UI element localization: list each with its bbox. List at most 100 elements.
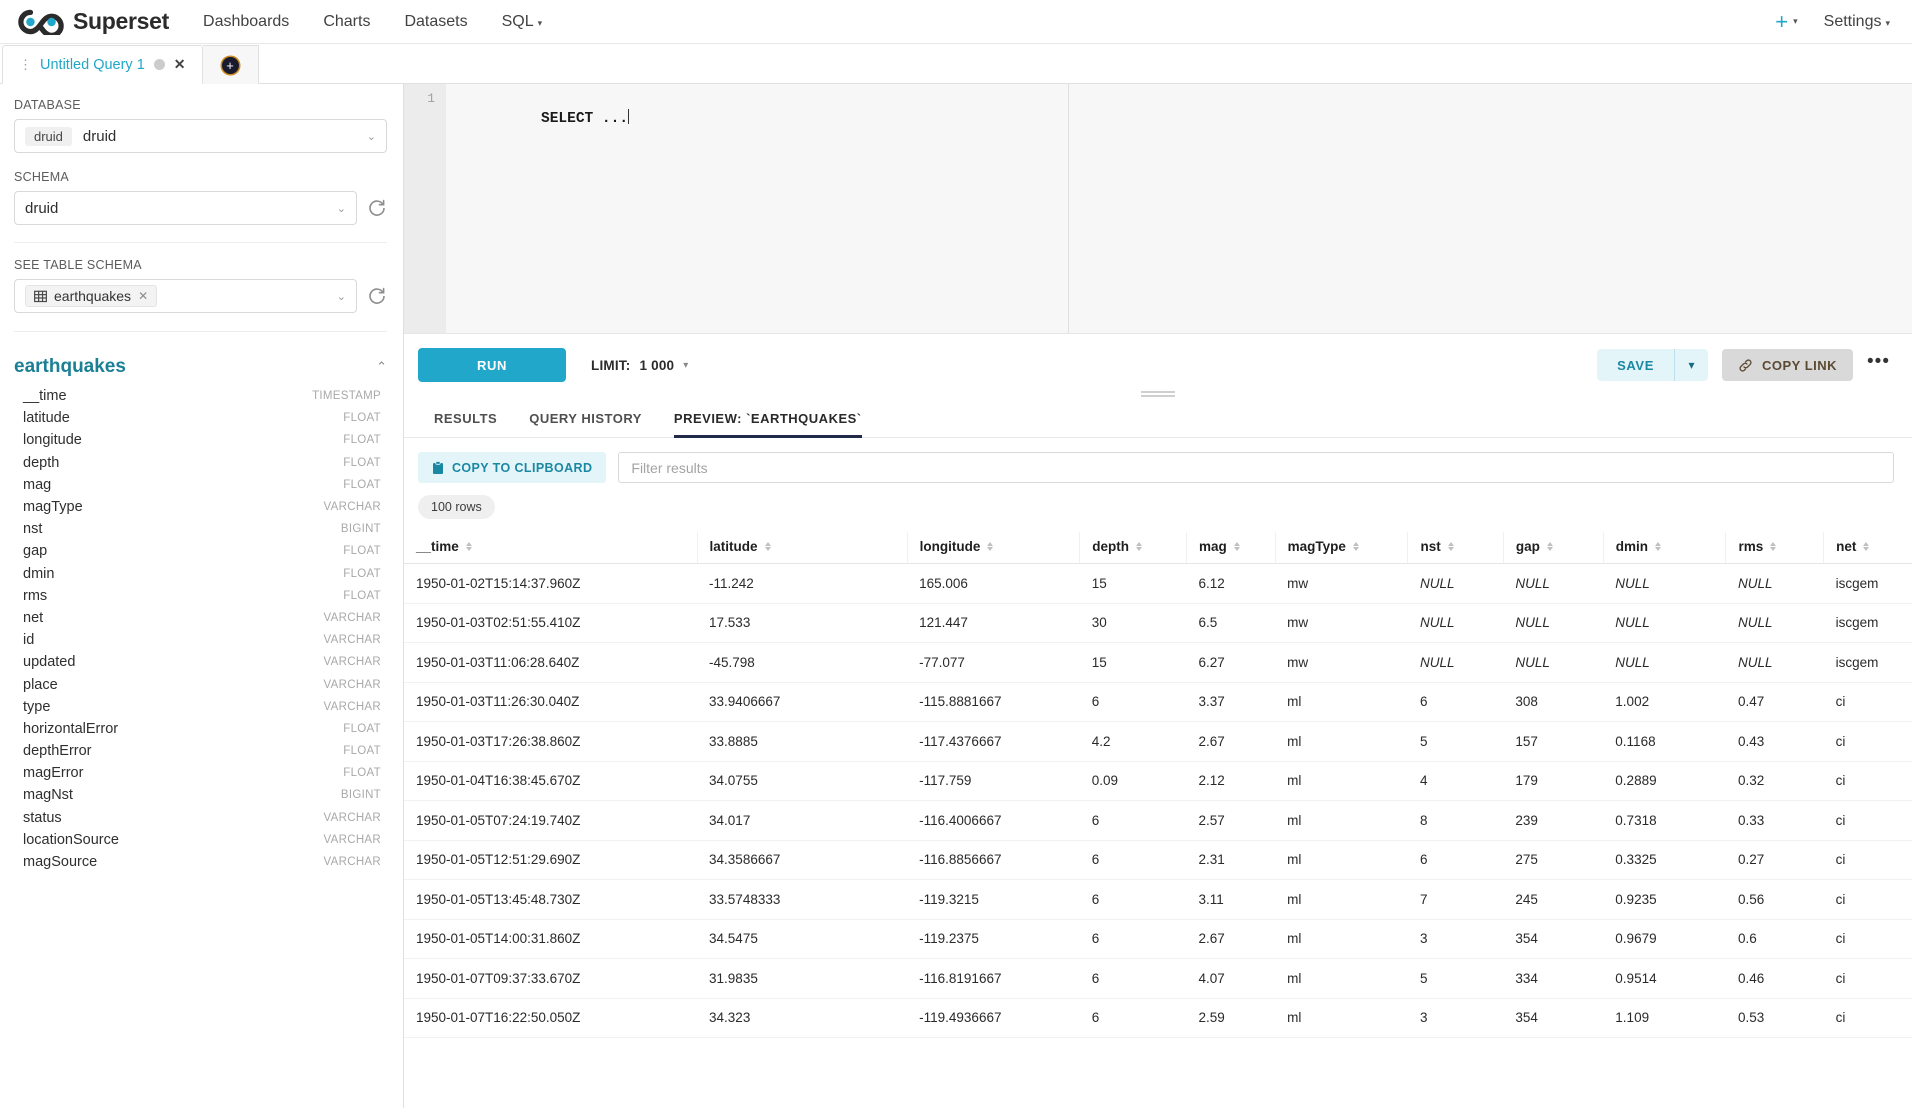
table-column-header-label: dmin: [1616, 539, 1648, 554]
table-column-header[interactable]: nst: [1408, 532, 1503, 564]
sort-icon[interactable]: [1547, 542, 1553, 552]
table-row[interactable]: 1950-01-07T09:37:33.670Z31.9835-116.8191…: [404, 959, 1912, 999]
schema-column-row[interactable]: depthErrorFLOAT: [14, 740, 387, 762]
save-button[interactable]: SAVE: [1597, 349, 1674, 381]
table-column-header[interactable]: magType: [1275, 532, 1408, 564]
sql-editor[interactable]: 1 SELECT ...: [404, 84, 1912, 334]
nav-datasets[interactable]: Datasets: [404, 13, 467, 31]
schema-column-row[interactable]: magNstBIGINT: [14, 784, 387, 806]
add-query-tab-button[interactable]: +: [203, 45, 259, 84]
schema-column-row[interactable]: longitudeFLOAT: [14, 429, 387, 451]
schema-column-row[interactable]: idVARCHAR: [14, 629, 387, 651]
table-row[interactable]: 1950-01-03T02:51:55.410Z17.533121.447306…: [404, 603, 1912, 643]
database-select[interactable]: druid druid ⌄: [14, 119, 387, 153]
query-tab-untitled-query-1[interactable]: ⋮ Untitled Query 1 ✕: [2, 45, 203, 84]
table-column-header[interactable]: mag: [1187, 532, 1276, 564]
drag-handle-icon[interactable]: ⋮: [19, 58, 31, 71]
nav-dashboards[interactable]: Dashboards: [203, 13, 289, 31]
table-row[interactable]: 1950-01-03T11:06:28.640Z-45.798-77.07715…: [404, 643, 1912, 683]
refresh-table-icon[interactable]: [367, 286, 387, 306]
table-column-header[interactable]: dmin: [1603, 532, 1726, 564]
run-button[interactable]: RUN: [418, 348, 566, 382]
sort-icon[interactable]: [1770, 542, 1776, 552]
table-row[interactable]: 1950-01-05T12:51:29.690Z34.3586667-116.8…: [404, 840, 1912, 880]
table-column-header[interactable]: rms: [1726, 532, 1824, 564]
schema-column-row[interactable]: magTypeVARCHAR: [14, 496, 387, 518]
nav-sql[interactable]: SQL▾: [502, 13, 543, 31]
schema-column-row[interactable]: updatedVARCHAR: [14, 651, 387, 673]
schema-column-row[interactable]: netVARCHAR: [14, 607, 387, 629]
chevron-up-icon[interactable]: ⌃: [376, 359, 387, 375]
schema-column-row[interactable]: horizontalErrorFLOAT: [14, 718, 387, 740]
schema-column-row[interactable]: latitudeFLOAT: [14, 407, 387, 429]
table-cell: 1950-01-03T11:06:28.640Z: [404, 643, 697, 683]
save-dropdown-button[interactable]: ▾: [1674, 349, 1708, 381]
sort-icon[interactable]: [1234, 542, 1240, 552]
editor-resize-handle[interactable]: [1141, 389, 1175, 400]
table-row[interactable]: 1950-01-05T13:45:48.730Z33.5748333-119.3…: [404, 880, 1912, 920]
close-icon[interactable]: ✕: [174, 56, 186, 73]
results-tab[interactable]: RESULTS: [418, 411, 513, 437]
editor-code-pane[interactable]: SELECT ...: [446, 84, 1912, 333]
table-cell: 121.447: [907, 603, 1080, 643]
table-cell: 0.32: [1726, 761, 1824, 801]
schema-column-row[interactable]: statusVARCHAR: [14, 807, 387, 829]
schema-column-row[interactable]: magSourceVARCHAR: [14, 851, 387, 873]
schema-column-row[interactable]: nstBIGINT: [14, 518, 387, 540]
close-icon[interactable]: ✕: [138, 289, 148, 303]
table-column-header[interactable]: gap: [1503, 532, 1603, 564]
sort-icon[interactable]: [1448, 542, 1454, 552]
sort-icon[interactable]: [1353, 542, 1359, 552]
schema-column-row[interactable]: depthFLOAT: [14, 452, 387, 474]
table-select[interactable]: earthquakes ✕ ⌄: [14, 279, 357, 313]
table-row[interactable]: 1950-01-05T07:24:19.740Z34.017-116.40066…: [404, 801, 1912, 841]
chevron-down-icon[interactable]: ▾: [683, 360, 688, 371]
sort-icon[interactable]: [1655, 542, 1661, 552]
sort-icon[interactable]: [1863, 542, 1869, 552]
sort-icon[interactable]: [987, 542, 993, 552]
nav-settings[interactable]: Settings▾: [1824, 13, 1890, 31]
schema-column-row[interactable]: dminFLOAT: [14, 563, 387, 585]
schema-select[interactable]: druid ⌄: [14, 191, 357, 225]
sort-icon[interactable]: [765, 542, 771, 552]
copy-link-button[interactable]: COPY LINK: [1722, 349, 1853, 381]
schema-column-row[interactable]: rmsFLOAT: [14, 585, 387, 607]
schema-column-row[interactable]: __timeTIMESTAMP: [14, 385, 387, 407]
table-row[interactable]: 1950-01-03T11:26:30.040Z33.9406667-115.8…: [404, 682, 1912, 722]
schema-column-row[interactable]: typeVARCHAR: [14, 696, 387, 718]
results-tab[interactable]: QUERY HISTORY: [513, 411, 658, 437]
nav-charts[interactable]: Charts: [323, 13, 370, 31]
more-options-icon[interactable]: •••: [1867, 357, 1890, 373]
filter-results-input[interactable]: [618, 452, 1894, 483]
sort-icon[interactable]: [1136, 542, 1142, 552]
table-chip-earthquakes[interactable]: earthquakes ✕: [25, 285, 157, 307]
table-column-header[interactable]: net: [1824, 532, 1912, 564]
table-column-header[interactable]: latitude: [697, 532, 907, 564]
table-column-header-label: nst: [1420, 539, 1440, 554]
table-cell: -115.8881667: [907, 682, 1080, 722]
results-tab[interactable]: PREVIEW: `EARTHQUAKES`: [658, 411, 878, 437]
results-table-wrap[interactable]: __timelatitudelongitudedepthmagmagType ns…: [404, 532, 1912, 1108]
table-column-header[interactable]: __time: [404, 532, 697, 564]
table-row[interactable]: 1950-01-04T16:38:45.670Z34.0755-117.7590…: [404, 761, 1912, 801]
table-row[interactable]: 1950-01-05T14:00:31.860Z34.5475-119.2375…: [404, 919, 1912, 959]
table-column-header[interactable]: longitude: [907, 532, 1080, 564]
schema-column-row[interactable]: locationSourceVARCHAR: [14, 829, 387, 851]
sort-icon[interactable]: [466, 542, 472, 552]
table-row[interactable]: 1950-01-02T15:14:37.960Z-11.242165.00615…: [404, 564, 1912, 604]
schema-column-row[interactable]: magFLOAT: [14, 474, 387, 496]
save-button-group[interactable]: SAVE ▾: [1597, 349, 1708, 381]
table-schema-header[interactable]: earthquakes ⌃: [14, 356, 387, 378]
schema-column-row[interactable]: gapFLOAT: [14, 540, 387, 562]
new-item-button[interactable]: + ▾: [1775, 11, 1797, 33]
limit-dropdown[interactable]: LIMIT: 1 000 ▾: [591, 358, 688, 373]
superset-logo[interactable]: Superset: [18, 8, 169, 35]
copy-to-clipboard-button[interactable]: COPY TO CLIPBOARD: [418, 452, 606, 483]
table-row[interactable]: 1950-01-03T17:26:38.860Z33.8885-117.4376…: [404, 722, 1912, 762]
refresh-schema-icon[interactable]: [367, 198, 387, 218]
schema-column-type: TIMESTAMP: [312, 390, 381, 402]
schema-column-row[interactable]: placeVARCHAR: [14, 673, 387, 695]
schema-column-row[interactable]: magErrorFLOAT: [14, 762, 387, 784]
table-row[interactable]: 1950-01-07T16:22:50.050Z34.323-119.49366…: [404, 998, 1912, 1038]
table-column-header[interactable]: depth: [1080, 532, 1187, 564]
